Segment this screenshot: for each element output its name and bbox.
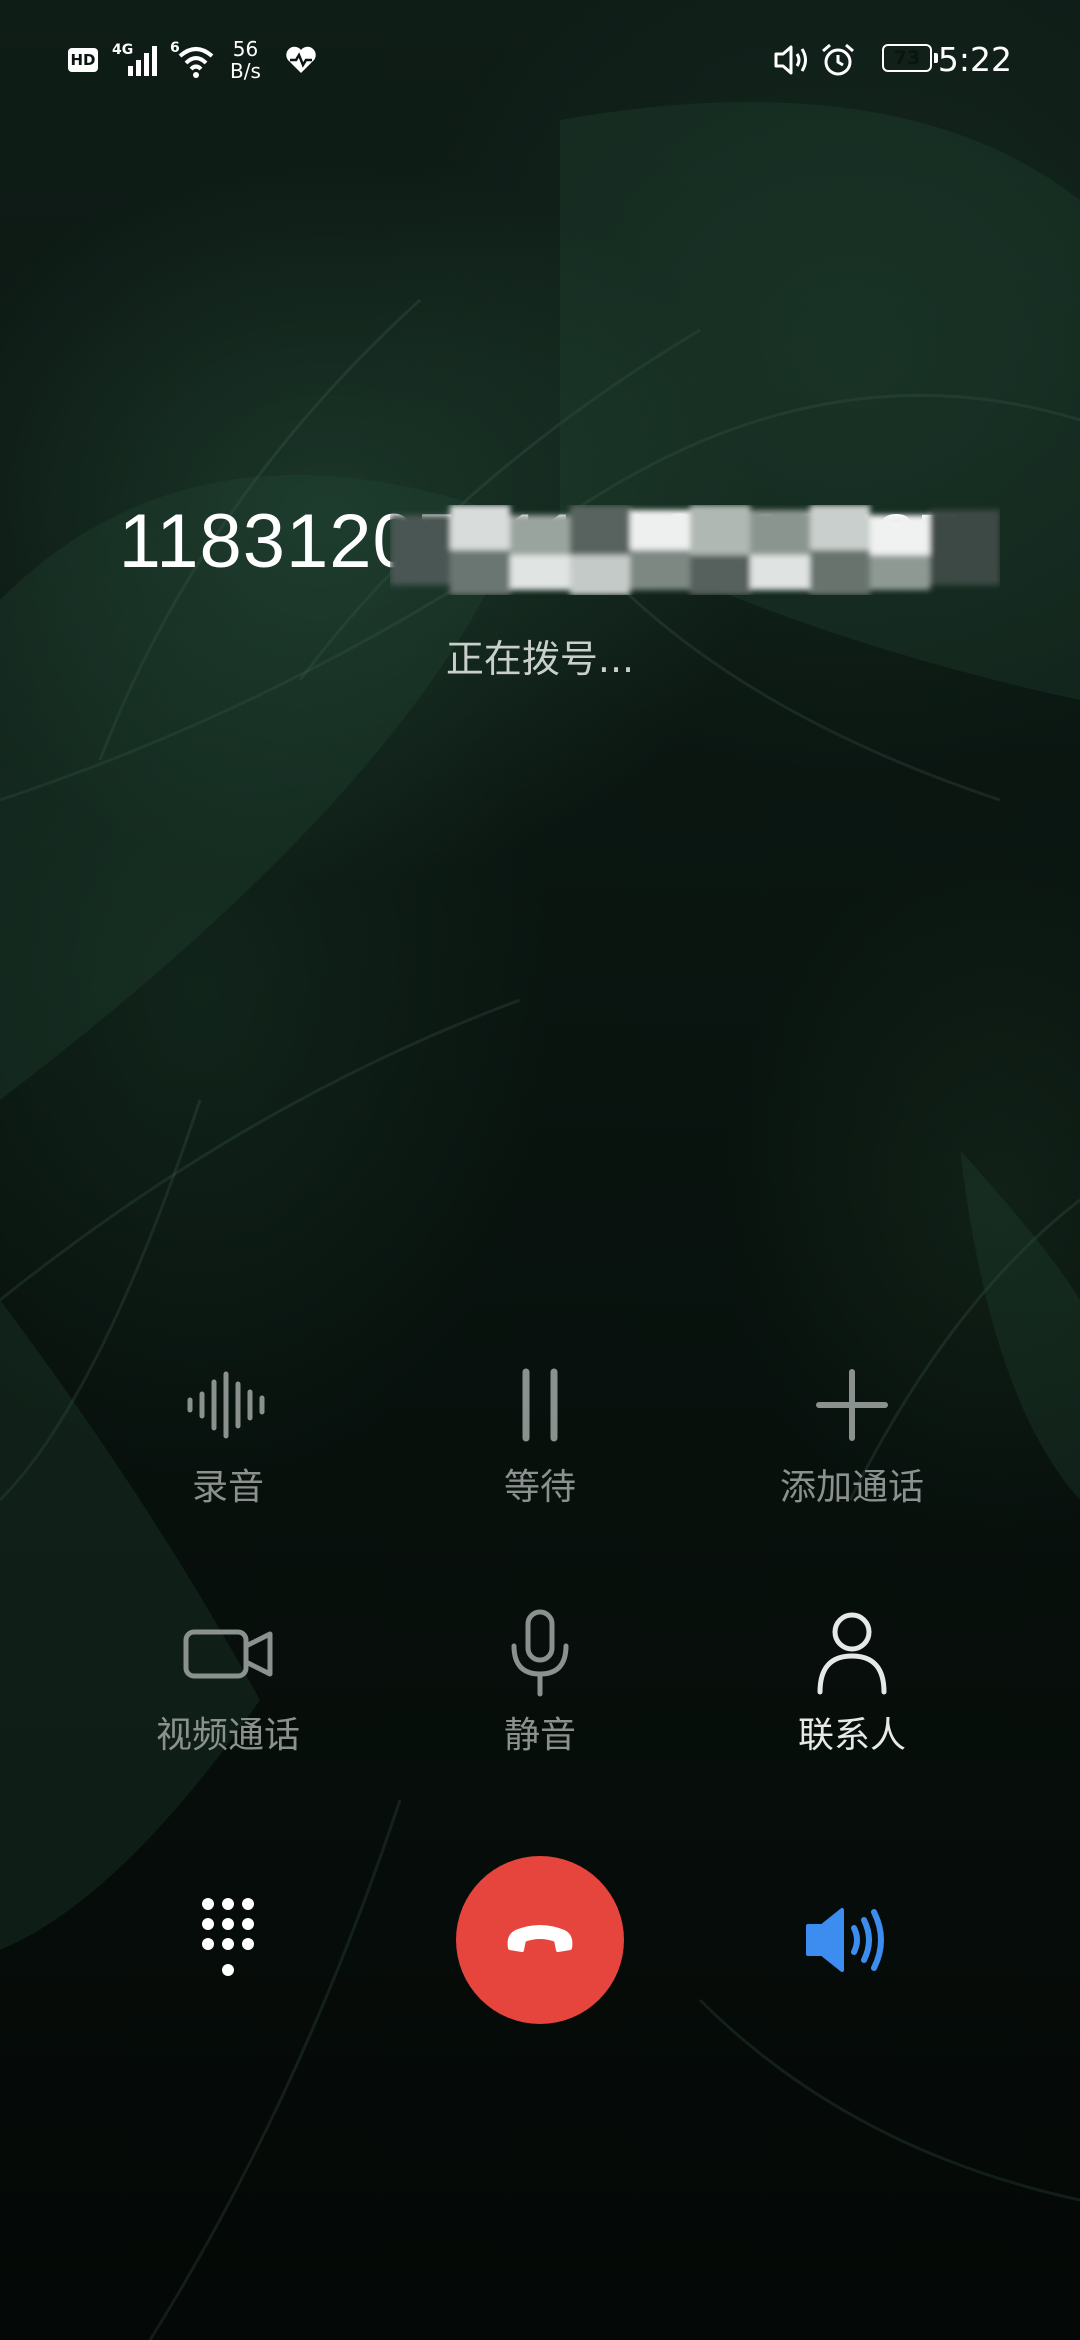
alarm-icon [822,43,854,76]
net-speed-unit: B/s [230,59,261,83]
net-speed-value: 56 [232,37,259,61]
microphone-icon [511,1609,569,1697]
contacts-button[interactable]: 联系人 [702,1608,1002,1768]
mute-button[interactable]: 静音 [390,1608,690,1768]
record-button[interactable]: 录音 [78,1360,378,1520]
battery-icon: 73 [882,44,932,72]
signal-icon [128,46,157,76]
plus-icon [816,1369,888,1441]
end-call-button[interactable] [456,1856,624,2024]
status-bar-right: 73 5:22 [772,38,1012,84]
hold-button[interactable]: 等待 [390,1360,690,1520]
net-speed: 56 B/s [230,38,261,82]
add-call-label: 添加通话 [779,1467,924,1508]
hd-icon: HD [68,48,98,72]
heart-health-icon [286,46,316,73]
video-call-label: 视频通话 [155,1715,300,1756]
contacts-label: 联系人 [797,1715,906,1756]
speaker-icon [806,1908,884,1972]
video-call-button[interactable]: 视频通话 [78,1608,378,1768]
privacy-mosaic [390,505,1000,595]
volume-icon [774,45,807,75]
mute-label: 静音 [503,1715,576,1756]
hold-label: 等待 [503,1467,576,1508]
add-call-button[interactable]: 添加通话 [702,1360,1002,1520]
dialpad-icon [202,1898,254,1976]
speaker-button[interactable] [800,1900,900,1980]
status-bar-left: HD 4G 6 56 B/s [68,38,328,84]
pause-icon [522,1368,558,1442]
call-status: 正在拨号... [445,637,635,681]
record-waveform-icon [187,1371,265,1439]
video-camera-icon [183,1629,273,1679]
record-label: 录音 [191,1467,264,1508]
dialpad-button[interactable] [186,1890,270,1990]
battery-level: 73 [893,47,921,69]
status-bar: HD 4G 6 56 B/s 73 5:22 [0,0,1080,120]
person-icon [817,1612,887,1695]
end-call-icon [507,1925,573,1952]
call-screen: HD 4G 6 56 B/s 73 5:22 正在拨号... 录音 等待 添加通… [0,0,1080,2340]
wifi-icon [178,47,214,78]
status-time: 5:22 [937,40,1012,79]
